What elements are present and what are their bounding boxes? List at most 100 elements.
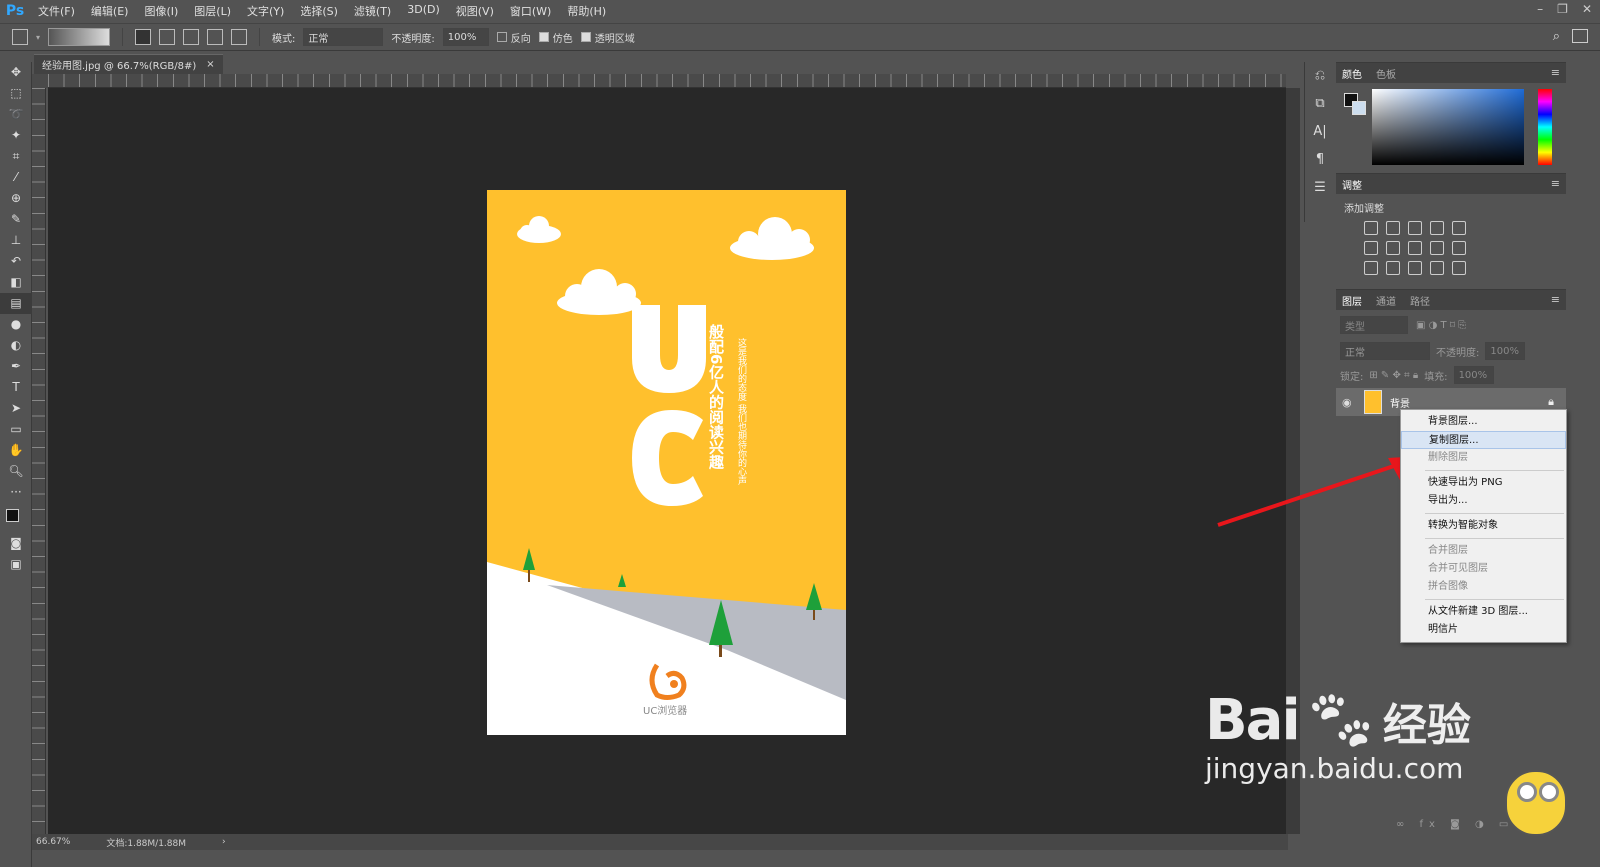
opacity-input[interactable]: 100% xyxy=(442,28,489,46)
close-tab-icon[interactable]: × xyxy=(206,59,214,70)
menu-item[interactable]: 编辑(E) xyxy=(83,3,137,19)
panel-menu-icon[interactable]: ≡ xyxy=(1551,293,1560,306)
checkbox-icon[interactable] xyxy=(538,32,549,42)
context-menu-item[interactable]: 从文件新建 3D 图层... xyxy=(1401,603,1566,621)
checkbox-icon[interactable] xyxy=(580,32,591,42)
more-tools-icon[interactable]: ··· xyxy=(0,482,32,503)
menu-item[interactable]: 帮助(H) xyxy=(559,3,614,19)
blend-mode-select[interactable]: 正常 xyxy=(1340,342,1430,360)
panel-menu-icon[interactable]: ≡ xyxy=(1551,177,1560,190)
color-swatches[interactable] xyxy=(0,503,31,533)
zoom-level[interactable]: 66.67% xyxy=(36,837,70,847)
color-lookup-icon[interactable] xyxy=(1364,261,1378,275)
tab-color[interactable]: 颜色 xyxy=(1342,66,1362,81)
tab-swatches[interactable]: 色板 xyxy=(1376,66,1396,81)
properties-panel-icon[interactable]: ☰ xyxy=(1305,174,1335,202)
document-tab[interactable]: 经验用图.jpg @ 66.7%(RGB/8#) × xyxy=(34,54,223,74)
background-color-swatch[interactable] xyxy=(1352,101,1366,115)
hue-slider[interactable] xyxy=(1538,89,1552,165)
character-panel-icon[interactable]: A| xyxy=(1305,118,1335,146)
curves-icon[interactable] xyxy=(1408,221,1422,235)
angle-gradient-icon[interactable] xyxy=(183,29,200,45)
black-white-icon[interactable] xyxy=(1408,241,1422,255)
menu-item[interactable]: 图像(I) xyxy=(136,3,186,19)
color-field[interactable] xyxy=(1372,89,1524,165)
eyedropper-tool-icon[interactable]: ⁄ xyxy=(0,167,32,188)
blur-tool-icon[interactable]: ● xyxy=(0,314,32,335)
dodge-tool-icon[interactable]: ◐ xyxy=(0,335,32,356)
menu-item[interactable]: 文字(Y) xyxy=(239,3,292,19)
type-tool-icon[interactable]: T xyxy=(0,377,32,398)
dither-checkbox[interactable]: 仿色 xyxy=(538,30,573,45)
color-balance-icon[interactable] xyxy=(1386,241,1400,255)
context-menu-item[interactable]: 导出为... xyxy=(1401,492,1566,510)
path-selection-tool-icon[interactable]: ➤ xyxy=(0,398,32,419)
reflected-gradient-icon[interactable] xyxy=(207,29,224,45)
zoom-tool-icon[interactable]: 🔍︎ xyxy=(0,461,32,482)
screen-mode-icon[interactable]: ▣ xyxy=(0,554,32,575)
menu-item[interactable]: 图层(L) xyxy=(186,3,239,19)
menu-item[interactable]: 文件(F) xyxy=(30,3,83,19)
tab-channels[interactable]: 通道 xyxy=(1376,293,1396,308)
panel-menu-icon[interactable]: ≡ xyxy=(1551,66,1560,79)
photo-filter-icon[interactable] xyxy=(1430,241,1444,255)
exposure-icon[interactable] xyxy=(1430,221,1444,235)
menu-item[interactable]: 3D(D) xyxy=(399,3,448,19)
poster-image[interactable]: 般配6亿人的阅读兴趣 这是我们的态度 我们也期待你的心声 UC浏览器 xyxy=(487,190,846,735)
menu-item[interactable]: 窗口(W) xyxy=(502,3,559,19)
gradient-tool-icon[interactable]: ▤ xyxy=(0,293,32,314)
minimize-icon[interactable]: – xyxy=(1537,2,1543,16)
threshold-icon[interactable] xyxy=(1430,261,1444,275)
fill-input[interactable]: 100% xyxy=(1453,366,1494,384)
filter-icons[interactable]: ▣ ◑ T ⌑ ⎘ xyxy=(1416,320,1466,331)
invert-icon[interactable] xyxy=(1386,261,1400,275)
context-menu-item[interactable]: 复制图层... xyxy=(1401,431,1566,449)
hand-tool-icon[interactable]: ✋ xyxy=(0,440,32,461)
pen-tool-icon[interactable]: ✒ xyxy=(0,356,32,377)
rectangle-tool-icon[interactable]: ▭ xyxy=(0,419,32,440)
workspace-icon[interactable] xyxy=(1572,29,1588,43)
status-chevron-icon[interactable]: › xyxy=(222,837,226,847)
vibrance-icon[interactable] xyxy=(1452,221,1466,235)
gradient-picker[interactable] xyxy=(48,28,111,46)
hue-saturation-icon[interactable] xyxy=(1364,241,1378,255)
chevron-down-icon[interactable]: ▾ xyxy=(36,33,40,42)
foreground-color-swatch[interactable] xyxy=(6,509,19,522)
tab-paths[interactable]: 路径 xyxy=(1410,293,1430,308)
menu-item[interactable]: 选择(S) xyxy=(292,3,346,19)
search-icon[interactable]: ⌕ xyxy=(1553,29,1560,44)
tool-preset-icon[interactable] xyxy=(12,29,28,45)
diamond-gradient-icon[interactable] xyxy=(231,29,248,45)
checkbox-icon[interactable] xyxy=(496,32,507,42)
context-menu-item[interactable]: 明信片 xyxy=(1401,621,1566,639)
lasso-tool-icon[interactable]: ➰ xyxy=(0,104,32,125)
clone-source-icon[interactable]: ⧉ xyxy=(1305,90,1335,118)
eye-icon[interactable]: ◉ xyxy=(1342,396,1356,409)
eraser-tool-icon[interactable]: ◧ xyxy=(0,272,32,293)
menu-item[interactable]: 滤镜(T) xyxy=(346,3,399,19)
layer-filter-select[interactable]: 类型 xyxy=(1340,316,1408,334)
channel-mixer-icon[interactable] xyxy=(1452,241,1466,255)
context-menu-item[interactable]: 快速导出为 PNG xyxy=(1401,474,1566,492)
context-menu-item[interactable]: 转换为智能对象 xyxy=(1401,517,1566,535)
radial-gradient-icon[interactable] xyxy=(159,29,176,45)
close-icon[interactable]: ✕ xyxy=(1582,2,1592,16)
reverse-checkbox[interactable]: 反向 xyxy=(496,30,531,45)
gradient-map-icon[interactable] xyxy=(1452,261,1466,275)
quick-mask-icon[interactable]: ◙ xyxy=(0,533,32,554)
restore-icon[interactable]: ❐ xyxy=(1557,2,1568,16)
stamp-tool-icon[interactable]: ⊥ xyxy=(0,230,32,251)
move-tool-icon[interactable]: ✥ xyxy=(0,62,32,83)
transparency-checkbox[interactable]: 透明区域 xyxy=(580,30,635,45)
tab-layers[interactable]: 图层 xyxy=(1342,293,1362,308)
healing-brush-tool-icon[interactable]: ⊕ xyxy=(0,188,32,209)
context-menu-item[interactable]: 背景图层... xyxy=(1401,413,1566,431)
layer-opacity-input[interactable]: 100% xyxy=(1485,342,1526,360)
levels-icon[interactable] xyxy=(1386,221,1400,235)
menu-item[interactable]: 视图(V) xyxy=(448,3,502,19)
layer-name[interactable]: 背景 xyxy=(1390,395,1410,410)
brush-tool-icon[interactable]: ✎ xyxy=(0,209,32,230)
brightness-icon[interactable] xyxy=(1364,221,1378,235)
paragraph-panel-icon[interactable]: ¶ xyxy=(1305,146,1335,174)
lock-icons[interactable]: ⊞ ✎ ✥ ⌗ 🔒︎ xyxy=(1369,370,1418,381)
